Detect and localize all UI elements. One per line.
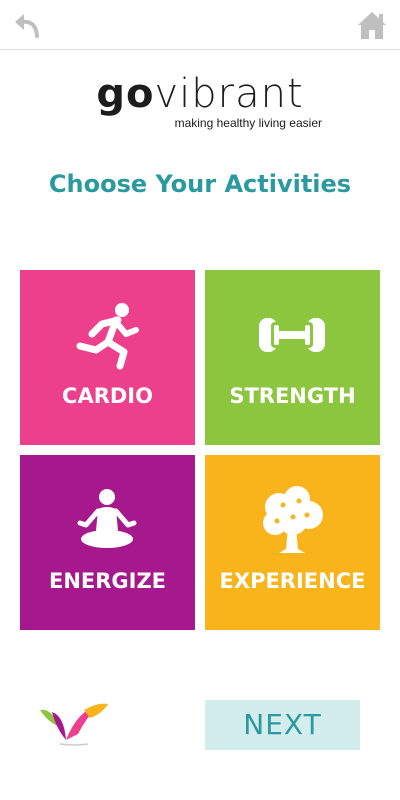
brand-wordmark: govibrant [96, 72, 303, 116]
dumbbell-icon [259, 318, 325, 352]
govibrant-logo-mark [40, 703, 108, 746]
next-button[interactable]: NEXT [205, 700, 360, 750]
activity-tile-energize[interactable]: ENERGIZE [20, 455, 195, 630]
back-arrow-icon[interactable] [12, 10, 42, 40]
activity-tile-experience[interactable]: EXPERIENCE [205, 455, 380, 630]
activity-tile-strength[interactable]: STRENGTH [205, 270, 380, 445]
activity-label-experience: EXPERIENCE [219, 569, 366, 593]
tree-icon [263, 486, 323, 553]
brand-name-go: go [96, 71, 155, 117]
activity-label-cardio: CARDIO [62, 384, 153, 408]
top-bar [0, 0, 400, 50]
meditation-icon [77, 489, 137, 548]
running-person-icon [76, 303, 139, 370]
brand-tagline: making healthy living easier [174, 116, 322, 130]
activity-tile-cardio[interactable]: CARDIO [20, 270, 195, 445]
activity-label-energize: ENERGIZE [48, 569, 167, 593]
brand-logo: govibrant making healthy living easier [0, 72, 400, 130]
brand-name-vibrant: vibrant [154, 71, 304, 117]
home-icon[interactable] [356, 9, 388, 41]
activity-label-strength: STRENGTH [229, 384, 356, 408]
page-title: Choose Your Activities [48, 170, 352, 198]
